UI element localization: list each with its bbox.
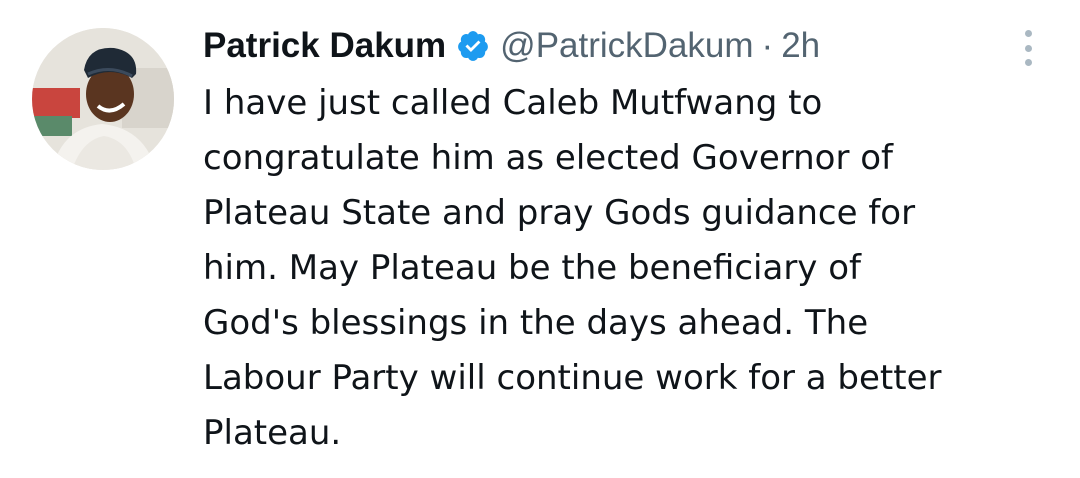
tweet-card[interactable]: Patrick Dakum @PatrickDakum · 2h I have … — [0, 0, 1080, 478]
author-display-name[interactable]: Patrick Dakum — [203, 26, 446, 66]
tweet-header: Patrick Dakum @PatrickDakum · 2h — [203, 22, 820, 70]
verified-badge-icon[interactable] — [456, 29, 490, 63]
more-options-icon[interactable] — [1014, 28, 1042, 68]
tweet-timestamp[interactable]: 2h — [781, 26, 820, 66]
separator-dot: · — [761, 26, 774, 65]
more-dot — [1024, 30, 1032, 37]
more-dot — [1024, 59, 1032, 66]
author-handle[interactable]: @PatrickDakum — [500, 26, 753, 66]
avatar-photo — [32, 28, 174, 170]
more-dot — [1024, 44, 1032, 52]
tweet-text: I have just called Caleb Mutfwang to con… — [203, 83, 942, 453]
avatar[interactable] — [32, 28, 174, 170]
